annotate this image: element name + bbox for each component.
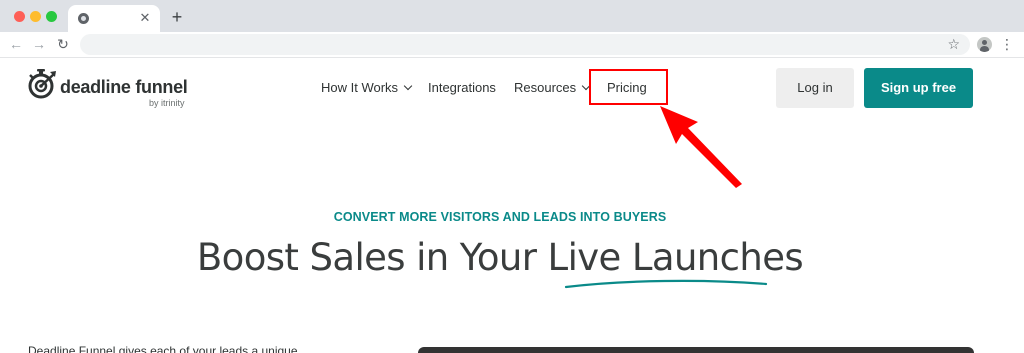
reload-icon[interactable]: ↻	[53, 34, 73, 54]
nav-item-label: How It Works	[321, 80, 399, 95]
close-window-button[interactable]	[14, 11, 25, 22]
tab-strip: ✕ +	[0, 0, 1024, 32]
signup-button[interactable]: Sign up free	[864, 68, 973, 108]
forward-arrow-icon[interactable]: →	[29, 34, 49, 54]
star-icon[interactable]: ☆	[947, 35, 960, 54]
nav-item-resources[interactable]: Resources	[514, 80, 591, 96]
red-arrow-annotation	[660, 106, 742, 188]
minimize-window-button[interactable]	[30, 11, 41, 22]
hero-title: Boost Sales in Your Live Launches	[196, 236, 804, 279]
hero-eyebrow: CONVERT MORE VISITORS AND LEADS INTO BUY…	[333, 210, 667, 224]
maximize-window-button[interactable]	[46, 11, 57, 22]
back-arrow-icon[interactable]: ←	[6, 34, 26, 54]
video-player[interactable]	[418, 347, 974, 353]
plus-icon[interactable]: +	[168, 7, 186, 27]
browser-tab[interactable]: ✕	[68, 5, 160, 32]
login-button[interactable]: Log in	[776, 68, 854, 108]
logo-byline: by itrinity	[149, 98, 185, 108]
nav-item-integrations[interactable]: Integrations	[428, 80, 496, 96]
chevron-down-icon	[403, 81, 413, 91]
browser-toolbar: ← → ↻ ☆ ⋮	[0, 32, 1024, 58]
chrome-favicon-icon	[78, 13, 89, 24]
nav-item-label: Resources	[514, 80, 577, 95]
nav-item-label: Integrations	[428, 80, 496, 95]
hero-body-text: Deadline Funnel gives each of your leads…	[28, 344, 298, 353]
hero-underline-decoration	[564, 279, 768, 289]
close-icon[interactable]: ✕	[138, 10, 152, 26]
address-bar[interactable]: ☆	[80, 34, 970, 55]
browser-window: ✕ + ← → ↻ ☆ ⋮ deadline funnel by itrinit…	[0, 0, 1024, 353]
kebab-menu-icon[interactable]: ⋮	[1000, 34, 1014, 54]
profile-icon[interactable]	[977, 37, 992, 52]
nav-item-how-it-works[interactable]: How It Works	[321, 80, 413, 96]
